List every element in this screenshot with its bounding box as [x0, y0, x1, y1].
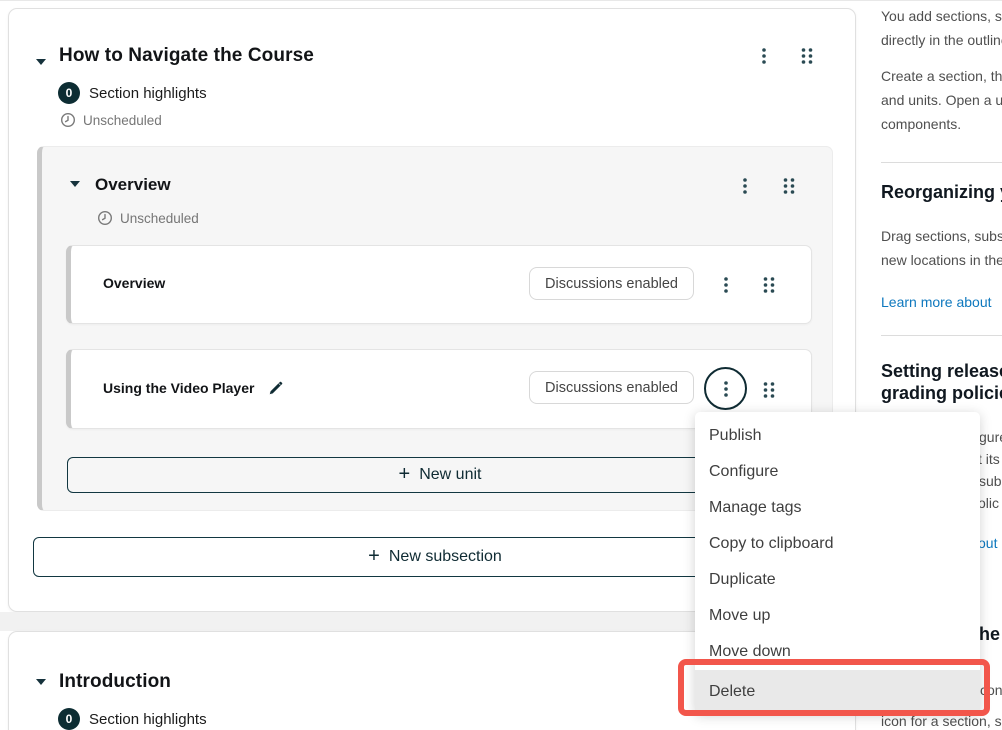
section-highlights-row[interactable]: 0 Section highlights	[58, 708, 207, 730]
sidebar-text-fragment: sub	[979, 473, 1002, 489]
sidebar-text-line: icon for a section, s	[881, 713, 1002, 729]
highlights-label: Section highlights	[89, 711, 207, 728]
section-collapse-caret-icon[interactable]	[36, 679, 46, 685]
menu-item-duplicate[interactable]: Duplicate	[695, 562, 980, 598]
edit-pencil-icon[interactable]	[268, 379, 285, 396]
new-subsection-label: New subsection	[389, 548, 502, 566]
subsection-collapse-caret-icon[interactable]	[70, 181, 80, 187]
kebab-icon	[743, 178, 747, 194]
section-schedule-row: Unscheduled	[60, 112, 162, 128]
drag-handle-icon	[783, 178, 795, 194]
sidebar-text-line: Create a section, th	[881, 68, 1002, 84]
menu-item-move-up[interactable]: Move up	[695, 598, 980, 634]
section-title: How to Navigate the Course	[59, 45, 314, 67]
sidebar-text-line: and units. Open a u	[881, 92, 1002, 108]
drag-handle-icon	[801, 48, 813, 64]
section-title: Introduction	[59, 671, 171, 693]
subsection-menu-button[interactable]	[731, 172, 759, 200]
menu-item-copy-to-clipboard[interactable]: Copy to clipboard	[695, 526, 980, 562]
sidebar-text-fragment: olic	[978, 495, 999, 511]
kebab-icon	[724, 277, 728, 293]
subsection-schedule-row: Unscheduled	[97, 210, 199, 226]
unit-card-overview: Overview Discussions enabled	[66, 245, 812, 324]
menu-item-move-down[interactable]: Move down	[695, 634, 980, 670]
new-unit-label: New unit	[419, 466, 481, 484]
kebab-icon	[724, 381, 728, 397]
sidebar-text-line: components.	[881, 116, 961, 132]
sidebar-heading-setting-release-line2: grading policie	[881, 382, 1002, 404]
section-menu-button[interactable]	[750, 42, 778, 70]
menu-item-manage-tags[interactable]: Manage tags	[695, 490, 980, 526]
sidebar-text-line: You add sections, s	[881, 8, 1002, 24]
section-highlights-row[interactable]: 0 Section highlights	[58, 82, 207, 104]
sidebar-heading-fragment: he	[979, 623, 1000, 645]
unit-drag-handle[interactable]	[755, 271, 783, 299]
sidebar-text-fragment: con	[980, 682, 1002, 698]
unit-context-menu: Publish Configure Manage tags Copy to cl…	[695, 412, 980, 714]
drag-handle-icon	[763, 382, 775, 398]
sidebar-text-line: Drag sections, subs	[881, 228, 1002, 244]
drag-handle-icon	[763, 277, 775, 293]
sidebar-link-fragment[interactable]: out	[978, 535, 997, 551]
unit-drag-handle[interactable]	[755, 376, 783, 404]
sidebar-text-fragment: t its	[978, 451, 1000, 467]
discussions-enabled-badge: Discussions enabled	[529, 371, 694, 404]
discussions-enabled-badge: Discussions enabled	[529, 267, 694, 300]
highlights-label: Section highlights	[89, 85, 207, 102]
course-outline-page: How to Navigate the Course 0 Section hig…	[0, 0, 1002, 730]
unit-name[interactable]: Using the Video Player	[103, 380, 254, 396]
page-top-divider	[0, 0, 1002, 1]
sidebar-divider	[881, 162, 1002, 163]
menu-item-configure[interactable]: Configure	[695, 454, 980, 490]
sidebar-text-line: new locations in the	[881, 252, 1002, 268]
sidebar-divider	[881, 335, 1002, 336]
unit-name[interactable]: Overview	[103, 275, 165, 291]
subsection-title: Overview	[95, 175, 171, 195]
schedule-label: Unscheduled	[83, 113, 162, 128]
plus-icon: +	[399, 464, 411, 484]
clock-icon	[60, 112, 76, 128]
highlights-count-badge: 0	[58, 708, 80, 730]
plus-icon: +	[368, 546, 380, 566]
sidebar-text-line: directly in the outline	[881, 32, 1002, 48]
kebab-icon	[762, 48, 766, 64]
highlights-count-badge: 0	[58, 82, 80, 104]
unit-menu-button[interactable]	[712, 271, 740, 299]
sidebar-heading-reorganizing: Reorganizing y	[881, 181, 1002, 203]
menu-item-publish[interactable]: Publish	[695, 418, 980, 454]
menu-item-delete[interactable]: Delete	[695, 670, 980, 714]
subsection-drag-handle[interactable]	[775, 172, 803, 200]
schedule-label: Unscheduled	[120, 211, 199, 226]
sidebar-heading-setting-release: Setting release	[881, 360, 1002, 382]
sidebar-text-fragment: gure	[979, 429, 1002, 445]
clock-icon	[97, 210, 113, 226]
learn-more-link[interactable]: Learn more about	[881, 294, 992, 310]
unit-menu-button-active[interactable]	[704, 367, 747, 410]
section-collapse-caret-icon[interactable]	[36, 59, 46, 65]
section-drag-handle[interactable]	[793, 42, 821, 70]
